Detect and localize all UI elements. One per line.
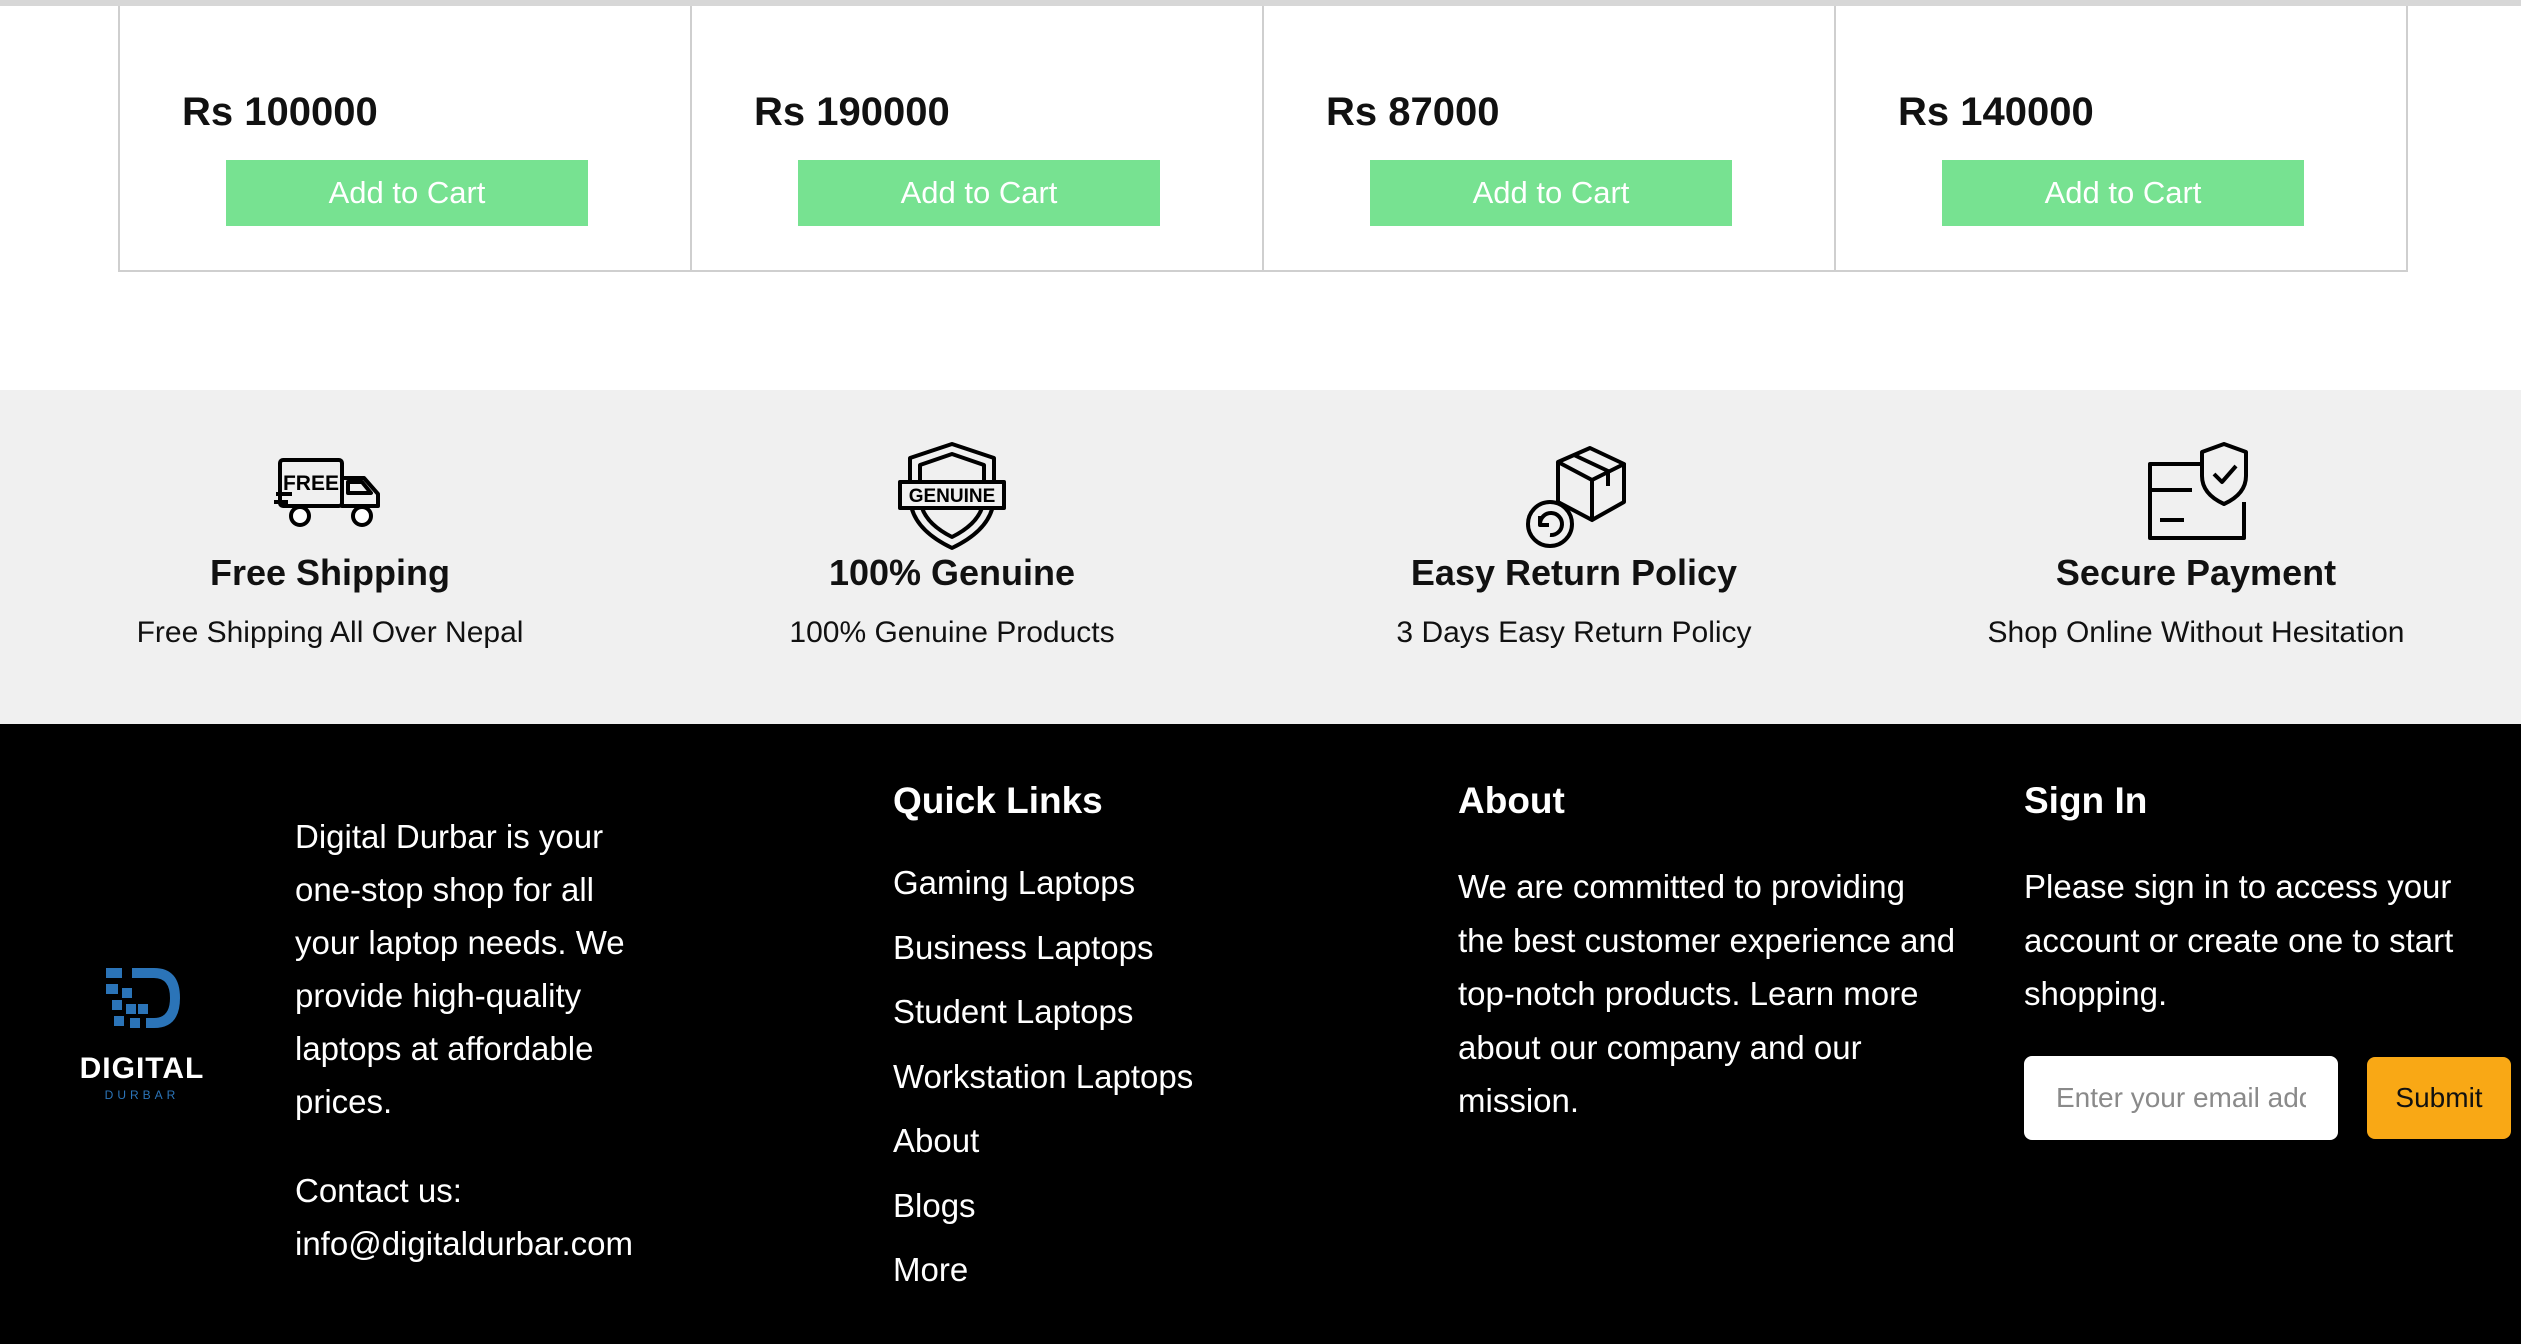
footer-intro-text: Digital Durbar is your one-stop shop for… <box>295 818 625 1120</box>
feature-subtitle: Free Shipping All Over Nepal <box>136 616 524 649</box>
signin-text: Please sign in to access your account or… <box>2024 868 2454 1012</box>
feature-title: 100% Genuine <box>828 552 1076 593</box>
feature-free-shipping: FREE Free Shipping Free Shipping All Ove… <box>20 390 640 724</box>
feature-title: Free Shipping <box>209 552 450 593</box>
quick-links-list: Gaming Laptops Business Laptops Student … <box>893 864 1193 1316</box>
product-card: Rs 87000 Add to Cart <box>1264 6 1836 270</box>
feature-easy-return: Easy Return Policy 3 Days Easy Return Po… <box>1264 390 1884 724</box>
product-price: Rs 140000 <box>1898 90 2094 134</box>
product-price: Rs 87000 <box>1326 90 1500 134</box>
logo-subtitle: DURBAR <box>104 1088 180 1102</box>
signin-title: Sign In <box>2024 780 2148 821</box>
site-footer: DIGITAL DURBAR Digital Durbar is your on… <box>0 724 2521 1344</box>
page: Rs 100000 Add to Cart Rs 190000 Add to C… <box>0 0 2521 1344</box>
logo-wordmark: DIGITAL <box>79 1052 205 1085</box>
feature-subtitle: Shop Online Without Hesitation <box>1987 616 2405 649</box>
add-to-cart-button[interactable]: Add to Cart <box>1370 160 1732 226</box>
digital-durbar-logo-icon[interactable] <box>72 964 212 1064</box>
feature-secure-payment: Secure Payment Shop Online Without Hesit… <box>1886 390 2506 724</box>
product-grid: Rs 100000 Add to Cart Rs 190000 Add to C… <box>118 6 2408 272</box>
quick-link-workstation-laptops[interactable]: Workstation Laptops <box>893 1058 1193 1123</box>
product-price: Rs 190000 <box>754 90 950 134</box>
email-input[interactable] <box>2024 1056 2338 1140</box>
feature-genuine: GENUINE 100% Genuine 100% Genuine Produc… <box>642 390 1262 724</box>
add-to-cart-button[interactable]: Add to Cart <box>1942 160 2304 226</box>
about-title: About <box>1458 780 1565 821</box>
product-card: Rs 100000 Add to Cart <box>120 6 692 270</box>
contact-label: Contact us: <box>295 1172 462 1209</box>
quick-links-title: Quick Links <box>893 780 1103 821</box>
secure-payment-card-icon <box>2148 442 2248 540</box>
add-to-cart-button[interactable]: Add to Cart <box>226 160 588 226</box>
add-to-cart-button[interactable]: Add to Cart <box>798 160 1160 226</box>
return-box-icon <box>1526 446 1626 548</box>
quick-link-about[interactable]: About <box>893 1122 1193 1187</box>
free-shipping-truck-icon: FREE <box>274 458 380 527</box>
product-price: Rs 100000 <box>182 90 378 134</box>
footer-contact: Contact us: info@digitaldurbar.com <box>295 1164 695 1270</box>
svg-text:FREE: FREE <box>283 472 339 495</box>
feature-title: Easy Return Policy <box>1410 552 1738 593</box>
quick-link-business-laptops[interactable]: Business Laptops <box>893 929 1193 994</box>
submit-button[interactable]: Submit <box>2367 1057 2511 1139</box>
feature-title: Secure Payment <box>2055 552 2337 593</box>
about-text: We are committed to providing the best c… <box>1458 868 1956 1119</box>
quick-link-gaming-laptops[interactable]: Gaming Laptops <box>893 864 1193 929</box>
product-card: Rs 190000 Add to Cart <box>692 6 1264 270</box>
quick-link-more[interactable]: More <box>893 1251 1193 1316</box>
svg-text:GENUINE: GENUINE <box>909 486 996 507</box>
quick-link-student-laptops[interactable]: Student Laptops <box>893 993 1193 1058</box>
quick-link-blogs[interactable]: Blogs <box>893 1187 1193 1252</box>
features-band: FREE Free Shipping Free Shipping All Ove… <box>0 390 2521 724</box>
feature-subtitle: 3 Days Easy Return Policy <box>1396 616 1752 649</box>
product-card: Rs 140000 Add to Cart <box>1836 6 2406 270</box>
contact-email[interactable]: info@digitaldurbar.com <box>295 1217 695 1270</box>
feature-subtitle: 100% Genuine Products <box>789 616 1115 649</box>
genuine-shield-icon: GENUINE <box>898 442 1006 550</box>
